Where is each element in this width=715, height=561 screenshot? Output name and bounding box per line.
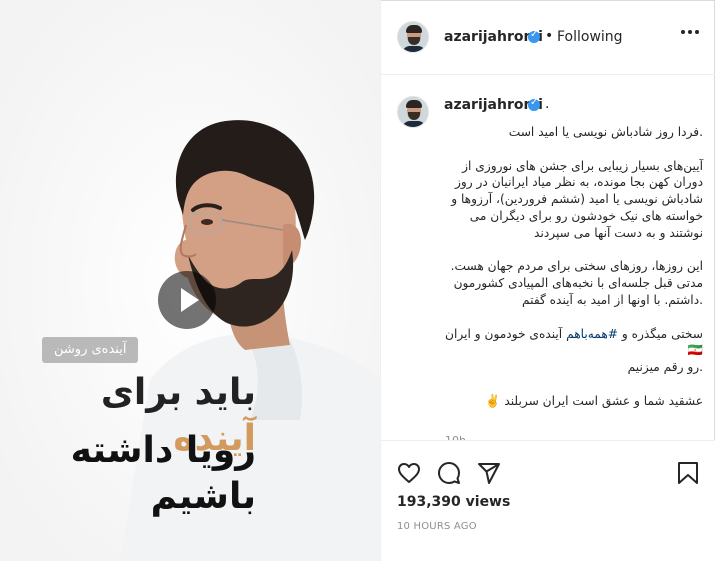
caption-line: .فردا روز شادباش نویسی یا امید است bbox=[508, 125, 703, 139]
media-tag-label: آینده‌ی روشن bbox=[42, 337, 139, 363]
play-icon[interactable] bbox=[158, 271, 216, 329]
more-icon[interactable] bbox=[681, 30, 699, 36]
caption-line: نوشتند و به دست آنها می سپردند bbox=[534, 225, 703, 240]
hashtag-link[interactable]: #همه‌باهم bbox=[566, 327, 618, 341]
headline-prefix: باید برای bbox=[100, 372, 256, 413]
avatar[interactable] bbox=[397, 21, 429, 53]
actions-bar: 193,390 views 10 HOURS AGO bbox=[381, 440, 715, 561]
caption-line bbox=[445, 309, 703, 326]
bookmark-icon[interactable] bbox=[677, 461, 699, 485]
caption-line bbox=[445, 376, 703, 393]
caption-line: عشقید شما و عشق است ایران سربلند ✌️ bbox=[485, 393, 703, 408]
view-count[interactable]: 193,390 views bbox=[397, 494, 510, 510]
caption-line: خواسته های نیک خودشون رو برای دیگران می bbox=[469, 208, 703, 223]
caption-line: مدتی قبل جلسه‌ای با نخبه‌های المپیادی کش… bbox=[453, 276, 703, 291]
share-icon[interactable] bbox=[477, 461, 501, 485]
caption-line bbox=[445, 141, 703, 158]
post-timestamp: 10 HOURS AGO bbox=[397, 521, 477, 532]
post-media[interactable]: آینده‌ی روشن باید برای آینده رویا داشته … bbox=[0, 0, 381, 561]
caption-line: .داشتم. با اونها از امید به آینده گفتم bbox=[522, 292, 703, 307]
caption-trailing-dot: . bbox=[545, 96, 550, 112]
caption-avatar[interactable] bbox=[397, 96, 429, 128]
caption-line: آیین‌های بسیار زیبایی برای جشن های نوروز… bbox=[462, 158, 703, 173]
following-button[interactable]: Following bbox=[557, 29, 623, 45]
caption-line bbox=[445, 242, 703, 259]
media-headline-line2: رویا داشته باشیم bbox=[70, 430, 256, 517]
caption-line: .رو رقم میزنیم bbox=[627, 360, 703, 375]
comment-icon[interactable] bbox=[437, 461, 461, 485]
caption-line: شادباش نویسی یا امید (ششم فروردین)، آرزو… bbox=[451, 192, 703, 207]
post-side-panel: azarijahromi • Following azarijahromi . … bbox=[381, 0, 715, 561]
caption-verified-icon bbox=[528, 97, 540, 111]
post-header: azarijahromi • Following bbox=[381, 0, 715, 75]
verified-icon bbox=[528, 29, 540, 43]
caption-text: .فردا روز شادباش نویسی یا امید است آیین‌ه… bbox=[445, 124, 703, 410]
caption-line: سختی میگذره و #همه‌باهم آینده‌ی خودمون و… bbox=[441, 326, 703, 358]
caption-line: این روزها، روزهای سختی برای مردم جهان هس… bbox=[450, 259, 703, 274]
header-separator: • bbox=[545, 28, 554, 44]
heart-icon[interactable] bbox=[397, 461, 421, 485]
caption-line: دوران کهن بجا مونده، به نظر میاد ایرانیا… bbox=[455, 175, 703, 190]
